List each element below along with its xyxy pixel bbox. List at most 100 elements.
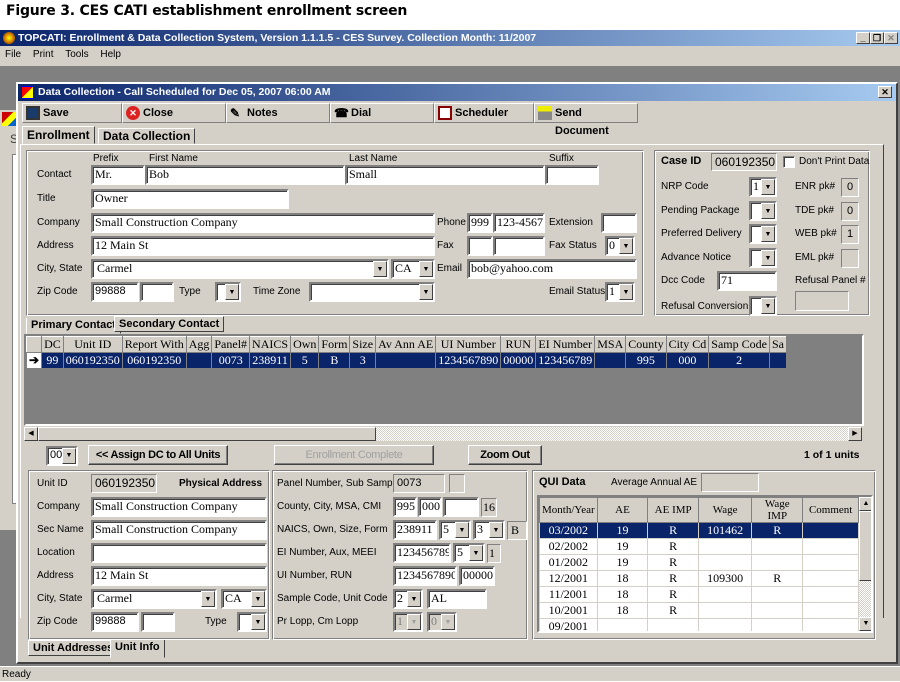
child-close-button[interactable]: ✕ xyxy=(878,86,892,98)
unit-address-input[interactable]: 12 Main St xyxy=(91,566,267,586)
prefix-input[interactable]: Mr. xyxy=(91,165,145,185)
units-horizontal-scrollbar[interactable]: ◀ ▶ xyxy=(24,426,864,442)
qui-cell[interactable]: 10/2001 xyxy=(539,602,598,619)
dial-button[interactable]: ☎ Dial xyxy=(330,103,434,123)
scroll-down-icon[interactable]: ▼ xyxy=(859,617,871,631)
send-document-button[interactable]: Send Document xyxy=(534,103,638,137)
qui-cell[interactable]: R xyxy=(647,538,700,555)
city-select[interactable]: Carmel ▼ xyxy=(91,259,389,279)
zoom-out-button[interactable]: Zoom Out xyxy=(468,445,542,465)
scroll-left-icon[interactable]: ◀ xyxy=(24,427,38,441)
units-cell[interactable]: 995 xyxy=(625,352,667,369)
zip4-input[interactable] xyxy=(140,282,174,302)
unit-state-select[interactable]: CA ▼ xyxy=(221,589,267,609)
extension-input[interactable] xyxy=(601,213,637,233)
units-column-header[interactable]: Size xyxy=(349,336,377,353)
units-column-header[interactable]: Form xyxy=(318,336,351,353)
state-select[interactable]: CA ▼ xyxy=(391,259,435,279)
qui-cell[interactable] xyxy=(802,602,859,619)
qui-cell[interactable]: 19 xyxy=(596,554,649,571)
scroll-thumb[interactable] xyxy=(38,427,376,441)
units-column-header[interactable]: DC xyxy=(41,336,64,353)
row-selector-arrow-icon[interactable]: ➔ xyxy=(26,352,43,369)
qui-cell[interactable]: 01/2002 xyxy=(539,554,598,571)
chevron-down-icon[interactable]: ▼ xyxy=(225,284,239,300)
chevron-down-icon[interactable]: ▼ xyxy=(619,238,633,254)
qui-scroll-thumb[interactable] xyxy=(859,511,871,581)
units-column-header[interactable]: Own xyxy=(290,336,320,353)
address-input[interactable]: 12 Main St xyxy=(91,236,435,256)
type-select[interactable]: ▼ xyxy=(215,282,241,302)
qui-table-row[interactable]: 10/2001 18 R xyxy=(539,602,859,619)
chevron-down-icon[interactable]: ▼ xyxy=(419,261,433,277)
qui-cell[interactable]: 02/2002 xyxy=(539,538,598,555)
qui-cell[interactable]: 11/2001 xyxy=(539,586,598,603)
units-cell[interactable] xyxy=(375,352,437,369)
app-close-button[interactable]: ✕ xyxy=(884,32,898,44)
qui-cell[interactable]: 18 xyxy=(596,602,649,619)
units-cell[interactable] xyxy=(185,352,213,369)
units-column-header[interactable]: Panel# xyxy=(211,336,251,353)
qui-cell[interactable]: 03/2002 xyxy=(539,522,598,539)
notes-button[interactable]: ✎ Notes xyxy=(226,103,330,123)
units-cell[interactable]: 060192350 xyxy=(62,352,123,369)
tab-unit-info[interactable]: Unit Info xyxy=(110,640,165,658)
time-zone-select[interactable]: ▼ xyxy=(309,282,435,302)
units-column-header[interactable]: City Cd xyxy=(665,336,710,353)
restore-button[interactable]: ❐ xyxy=(870,32,884,44)
company-input[interactable]: Small Construction Company xyxy=(91,213,435,233)
qui-table-row[interactable]: 12/2001 18 R 109300 R xyxy=(539,570,859,587)
units-column-header[interactable]: Sa xyxy=(768,336,787,353)
qui-cell[interactable] xyxy=(802,570,859,587)
minimize-button[interactable]: _ xyxy=(856,32,870,44)
qui-cell[interactable] xyxy=(802,586,859,603)
qui-cell[interactable]: R xyxy=(751,522,804,539)
ei-number-input[interactable]: 123456789 xyxy=(393,543,451,563)
dc-select[interactable]: 00 ▼ xyxy=(46,446,78,466)
qui-cell[interactable] xyxy=(698,538,753,555)
units-column-header[interactable]: Av Ann AE xyxy=(375,336,437,353)
qui-cell[interactable]: R xyxy=(647,602,700,619)
unit-code-input[interactable]: AL xyxy=(427,589,487,609)
qui-cell[interactable] xyxy=(802,554,859,571)
qui-table-row[interactable]: 01/2002 19 R xyxy=(539,554,859,571)
tab-unit-addresses[interactable]: Unit Addresses xyxy=(28,640,119,656)
sec-name-input[interactable]: Small Construction Company xyxy=(91,520,267,540)
qui-cell[interactable] xyxy=(751,618,804,631)
title-input[interactable]: Owner xyxy=(91,189,289,209)
qui-cell[interactable] xyxy=(698,618,753,631)
tab-data-collection[interactable]: Data Collection xyxy=(98,128,196,144)
qui-cell[interactable]: R xyxy=(647,570,700,587)
fax-status-select[interactable]: 0 ▼ xyxy=(605,236,635,256)
units-column-header[interactable]: Agg xyxy=(185,336,213,353)
pr-lopp-select[interactable]: 1 ▼ xyxy=(393,612,423,632)
qui-table-row[interactable]: 02/2002 19 R xyxy=(539,538,859,555)
zip-input[interactable]: 99888 xyxy=(91,282,139,302)
advance-notice-select[interactable]: ▼ xyxy=(749,248,777,268)
suffix-input[interactable] xyxy=(545,165,599,185)
qui-column-header[interactable]: AE IMP xyxy=(647,497,700,523)
qui-scroll-track[interactable] xyxy=(859,581,871,617)
qui-cell[interactable]: 19 xyxy=(596,522,649,539)
chevron-down-icon[interactable]: ▼ xyxy=(761,203,775,219)
qui-table-row[interactable]: 09/2001 xyxy=(539,618,859,631)
chevron-down-icon[interactable]: ▼ xyxy=(761,298,775,314)
qui-column-header[interactable]: AE xyxy=(596,497,649,523)
qui-cell[interactable] xyxy=(596,618,649,631)
qui-cell[interactable]: 18 xyxy=(596,586,649,603)
qui-cell[interactable] xyxy=(751,586,804,603)
aux-select[interactable]: 5 ▼ xyxy=(453,543,485,563)
qui-cell[interactable]: 19 xyxy=(596,538,649,555)
qui-column-header[interactable]: Comment xyxy=(802,497,859,523)
qui-cell[interactable] xyxy=(802,522,859,539)
phone-number-input[interactable]: 123-4567 xyxy=(493,213,545,233)
qui-cell[interactable] xyxy=(698,586,753,603)
menu-file[interactable]: File xyxy=(5,49,21,60)
tab-enrollment[interactable]: Enrollment xyxy=(22,126,95,144)
chevron-down-icon[interactable]: ▼ xyxy=(469,545,483,561)
chevron-down-icon[interactable]: ▼ xyxy=(251,614,265,630)
units-cell[interactable]: 000 xyxy=(665,352,710,369)
units-cell[interactable]: B xyxy=(318,352,351,369)
unit-company-input[interactable]: Small Construction Company xyxy=(91,497,267,517)
chevron-down-icon[interactable]: ▼ xyxy=(761,179,775,195)
